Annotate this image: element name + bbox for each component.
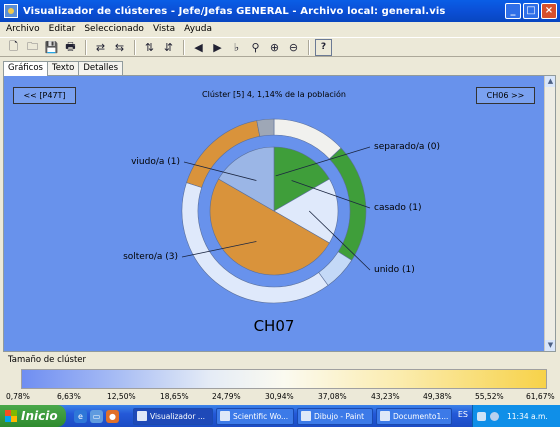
size-tick: 49,38% — [423, 392, 452, 401]
swap-back-icon[interactable]: ⇆ — [111, 39, 128, 56]
minimize-button[interactable]: _ — [505, 3, 521, 19]
app-task-icon — [380, 411, 390, 421]
system-tray: 11:34 a.m. — [472, 405, 560, 427]
start-button[interactable]: Inicio — [0, 405, 66, 427]
windows-taskbar: Inicio e ▭ ● Visualizador ... Scientific… — [0, 405, 560, 427]
toolbar: 🗋 🗀 💾 🖶 ⇄ ⇆ ⇅ ⇵ ◀ ▶ ♭ ⚲ ⊕ ⊖ ? — [0, 37, 560, 57]
slice-label: soltero/a (3) — [123, 252, 178, 262]
sort-icon[interactable]: ⇅ — [141, 39, 158, 56]
zoom-in-icon[interactable]: ⊕ — [266, 39, 283, 56]
vertical-scrollbar[interactable]: ▲ ▼ — [544, 76, 555, 351]
slice-label: unido (1) — [374, 265, 415, 275]
slice-label: separado/a (0) — [374, 142, 440, 152]
cluster-size-label: Tamaño de clúster — [8, 355, 87, 365]
task-paint[interactable]: Dibujo - Paint — [297, 407, 373, 425]
slice-label: viudo/a (1) — [131, 157, 180, 167]
close-button[interactable]: × — [541, 3, 557, 19]
size-tick: 55,52% — [475, 392, 504, 401]
window-title: Visualizador de clústeres - Jefe/Jefas G… — [23, 5, 446, 17]
size-tick: 0,78% — [6, 392, 30, 401]
app-task-icon — [137, 411, 147, 421]
menu-bar: Archivo Editar Seleccionado Vista Ayuda — [0, 22, 560, 36]
quick-launch: e ▭ ● — [74, 409, 119, 423]
toolbar-separator — [308, 39, 309, 55]
tray-icon[interactable] — [490, 411, 499, 421]
menu-archivo[interactable]: Archivo — [6, 24, 40, 34]
save-icon[interactable]: 💾 — [43, 39, 60, 56]
slice-label: casado (1) — [374, 203, 422, 213]
window-controls: _ □ × — [505, 3, 557, 19]
menu-editar[interactable]: Editar — [49, 24, 76, 34]
start-label: Inicio — [21, 409, 58, 423]
cluster-size-ticks: 0,78% 6,63% 12,50% 18,65% 24,79% 30,94% … — [6, 392, 556, 402]
menu-seleccionado[interactable]: Seleccionado — [84, 24, 144, 34]
task-label: Scientific Wo... — [233, 411, 289, 421]
app-task-icon — [301, 411, 311, 421]
size-tick: 43,23% — [371, 392, 400, 401]
open-icon[interactable]: 🗀 — [24, 39, 41, 56]
app-task-icon — [220, 411, 230, 421]
size-tick: 24,79% — [212, 392, 241, 401]
chart-name: CH07 — [254, 317, 295, 335]
task-scientific-workplace[interactable]: Scientific Wo... — [216, 407, 294, 425]
task-documento[interactable]: Documento1... — [376, 407, 452, 425]
size-tick: 61,67% — [526, 392, 555, 401]
tab-detalles[interactable]: Detalles — [78, 61, 124, 75]
title-bar: Visualizador de clústeres - Jefe/Jefas G… — [0, 0, 560, 22]
scroll-down-icon[interactable]: ▼ — [545, 340, 555, 351]
task-label: Dibujo - Paint — [314, 411, 365, 421]
toolbar-separator — [85, 39, 86, 55]
app-icon — [4, 4, 18, 18]
tray-icon[interactable] — [477, 411, 486, 421]
size-tick: 18,65% — [160, 392, 189, 401]
filter-icon[interactable]: ⇵ — [160, 39, 177, 56]
menu-vista[interactable]: Vista — [153, 24, 175, 34]
arrow-right-icon[interactable]: ▶ — [209, 39, 226, 56]
arrow-left-icon[interactable]: ◀ — [190, 39, 207, 56]
scroll-up-icon[interactable]: ▲ — [545, 76, 555, 87]
size-tick: 37,08% — [318, 392, 347, 401]
chart-panel: << [P47T] CH06 >> Clúster [5] 4, 1,14% d… — [3, 75, 556, 352]
tab-graficos[interactable]: Gráficos — [3, 61, 48, 76]
size-tick: 30,94% — [265, 392, 294, 401]
cluster-size-gradient — [21, 369, 547, 389]
size-tick: 12,50% — [107, 392, 136, 401]
view-tabs: Gráficos Texto Detalles — [3, 61, 124, 76]
task-label: Documento1... — [393, 411, 449, 421]
tab-texto[interactable]: Texto — [46, 61, 80, 75]
toolbar-separator — [183, 39, 184, 55]
new-icon[interactable]: 🗋 — [5, 39, 22, 56]
maximize-button[interactable]: □ — [523, 3, 539, 19]
menu-ayuda[interactable]: Ayuda — [184, 24, 212, 34]
binoculars-icon[interactable]: ♭ — [228, 39, 245, 56]
task-label: Visualizador ... — [150, 411, 205, 421]
zoom-out-icon[interactable]: ⊖ — [285, 39, 302, 56]
ring-segment — [256, 118, 275, 137]
size-tick: 6,63% — [57, 392, 81, 401]
help-icon[interactable]: ? — [315, 38, 332, 56]
clock: 11:34 a.m. — [507, 411, 548, 421]
windows-logo-icon — [5, 410, 17, 422]
swap-icon[interactable]: ⇄ — [92, 39, 109, 56]
ie-icon[interactable]: e — [74, 409, 87, 423]
firefox-icon[interactable]: ● — [106, 409, 119, 423]
print-icon[interactable]: 🖶 — [62, 39, 79, 56]
cluster-pie-chart: separado/a (0) casado (1) unido (1) soltero… — [123, 118, 440, 335]
language-indicator[interactable]: ES — [458, 410, 468, 419]
desktop-icon[interactable]: ▭ — [90, 409, 103, 423]
toolbar-separator — [134, 39, 135, 55]
wand-icon[interactable]: ⚲ — [247, 39, 264, 56]
task-visualizador[interactable]: Visualizador ... — [133, 407, 213, 425]
